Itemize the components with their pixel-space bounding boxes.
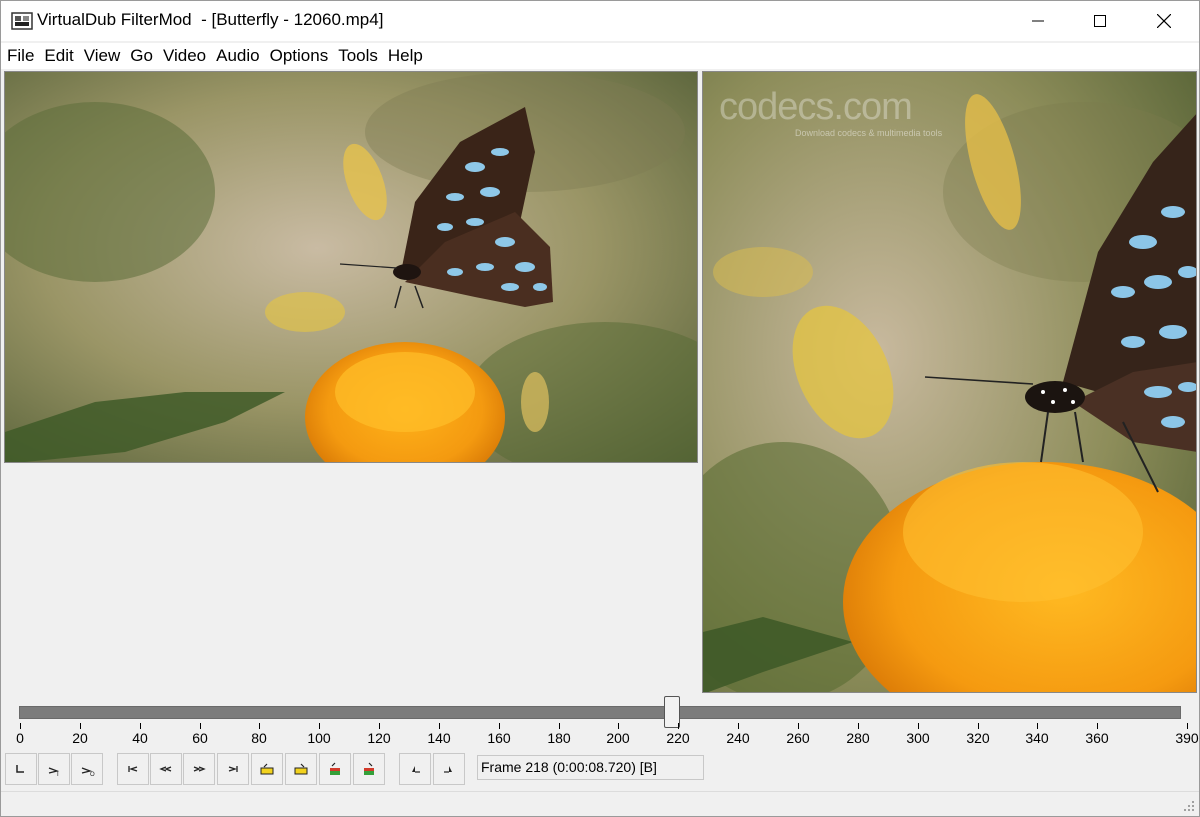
timeline-tick: [918, 723, 919, 729]
prev-keyframe-button[interactable]: [251, 753, 283, 785]
menu-go[interactable]: Go: [130, 43, 153, 69]
timeline-tick: [319, 723, 320, 729]
go-start-icon: [128, 766, 138, 772]
timeline-tick: [559, 723, 560, 729]
mark-out-icon: [444, 766, 452, 773]
scene-forward-button[interactable]: [353, 753, 385, 785]
menu-audio[interactable]: Audio: [216, 43, 259, 69]
menu-tools[interactable]: Tools: [338, 43, 378, 69]
watermark-text: codecs.com: [719, 86, 913, 128]
timeline-tick-label: 180: [547, 730, 571, 746]
timeline-tick: [379, 723, 380, 729]
menu-video[interactable]: Video: [163, 43, 206, 69]
prev-keyframe-icon: [260, 763, 274, 775]
timeline-tick-label: 300: [906, 730, 930, 746]
scene-back-button[interactable]: [319, 753, 351, 785]
timeline-tick: [20, 723, 21, 729]
prev-frame-button[interactable]: [150, 753, 182, 785]
timeline-tick: [140, 723, 141, 729]
mark-in-icon: [412, 766, 420, 773]
play-output-button[interactable]: O: [71, 753, 103, 785]
menu-options[interactable]: Options: [270, 43, 329, 69]
next-keyframe-button[interactable]: [285, 753, 317, 785]
go-end-icon: [228, 766, 238, 772]
menu-bar: File Edit View Go Video Audio Options To…: [1, 43, 1199, 69]
timeline-tick-label: 140: [427, 730, 451, 746]
play-output-icon: O: [81, 767, 95, 778]
timeline-tick-label: 320: [966, 730, 990, 746]
minimize-button[interactable]: [1015, 1, 1061, 41]
timeline-tick: [499, 723, 500, 729]
close-icon: [1157, 14, 1171, 28]
svg-text:O: O: [90, 772, 95, 778]
timeline-tick-label: 0: [16, 730, 24, 746]
maximize-button[interactable]: [1077, 1, 1123, 41]
timeline-track[interactable]: [19, 706, 1181, 719]
title-bar[interactable]: VirtualDub FilterMod - [Butterfly - 1206…: [1, 1, 1199, 41]
timeline-tick-label: 120: [367, 730, 391, 746]
timeline-tick-label: 340: [1025, 730, 1049, 746]
timeline-tick: [978, 723, 979, 729]
timeline-tick-label: 60: [192, 730, 208, 746]
timeline-tick-label: 260: [786, 730, 810, 746]
scene-back-icon: [330, 762, 340, 775]
watermark-subtext: Download codecs & multimedia tools: [795, 128, 943, 138]
timeline-tick-label: 280: [846, 730, 870, 746]
menu-view[interactable]: View: [84, 43, 121, 69]
timeline-tick-label: 220: [666, 730, 690, 746]
timeline-tick-label: 240: [726, 730, 750, 746]
timeline-tick-label: 200: [606, 730, 630, 746]
window-title: VirtualDub FilterMod - [Butterfly - 1206…: [37, 10, 384, 29]
output-frame-image: [703, 72, 1196, 692]
scene-forward-icon: [364, 762, 374, 775]
mark-in-button[interactable]: [399, 753, 431, 785]
menu-help[interactable]: Help: [388, 43, 423, 69]
timeline-tick-label: 40: [132, 730, 148, 746]
svg-text:I: I: [57, 772, 59, 778]
play-input-button[interactable]: I: [38, 753, 70, 785]
close-button[interactable]: [1141, 1, 1187, 41]
timeline-tick: [618, 723, 619, 729]
timeline-tick: [1037, 723, 1038, 729]
input-video-pane[interactable]: [4, 71, 698, 463]
timeline-tick: [858, 723, 859, 729]
menu-file[interactable]: File: [7, 43, 34, 69]
timeline-tick: [80, 723, 81, 729]
timeline-tick: [200, 723, 201, 729]
timeline-tick: [1097, 723, 1098, 729]
resize-grip-icon[interactable]: [1183, 800, 1195, 812]
next-keyframe-icon: [294, 763, 308, 775]
stop-icon: [16, 765, 24, 773]
mark-out-button[interactable]: [433, 753, 465, 785]
timeline-tick-label: 360: [1085, 730, 1109, 746]
frame-status: Frame 218 (0:00:08.720) [B]: [477, 755, 704, 780]
app-icon: [11, 12, 33, 30]
timeline-tick: [678, 723, 679, 729]
status-bar: [1, 791, 1199, 816]
play-input-icon: I: [48, 767, 60, 778]
timeline-tick: [738, 723, 739, 729]
menu-edit[interactable]: Edit: [44, 43, 73, 69]
go-start-button[interactable]: [117, 753, 149, 785]
next-frame-button[interactable]: [183, 753, 215, 785]
app-window: VirtualDub FilterMod - [Butterfly - 1206…: [0, 0, 1200, 817]
input-frame-image: [5, 72, 697, 462]
stop-button[interactable]: [5, 753, 37, 785]
timeline-tick: [798, 723, 799, 729]
timeline-tick: [259, 723, 260, 729]
prev-frame-icon: [159, 766, 172, 772]
timeline-tick-label: 80: [251, 730, 267, 746]
maximize-icon: [1094, 15, 1106, 27]
timeline-tick: [1187, 723, 1188, 729]
timeline-tick-label: 160: [487, 730, 511, 746]
go-end-button[interactable]: [217, 753, 249, 785]
next-frame-icon: [193, 766, 206, 772]
timeline-tick-label: 20: [72, 730, 88, 746]
minimize-icon: [1032, 20, 1044, 22]
timeline-tick-label: 100: [307, 730, 331, 746]
timeline-tick: [439, 723, 440, 729]
output-video-pane[interactable]: codecs.com Download codecs & multimedia …: [702, 71, 1197, 693]
timeline-tick-label: 390: [1175, 730, 1199, 746]
